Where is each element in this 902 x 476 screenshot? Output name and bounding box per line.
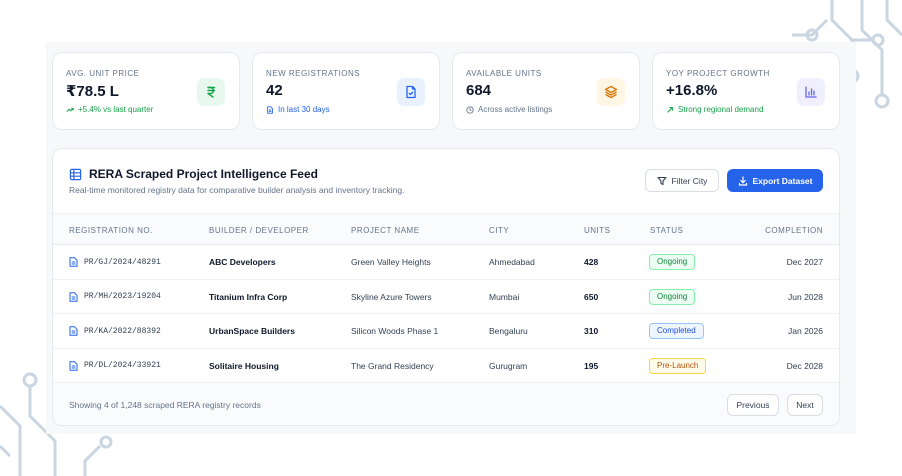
project-cell: The Grand Residency [351,360,434,371]
stat-card-yoy-growth: YOY PROJECT GROWTH +16.8% Strong regiona… [652,52,840,130]
builder-cell: ABC Developers [209,257,276,267]
stats-row: AVG. UNIT PRICE ₹78.5 L +5.4% vs last qu… [52,52,840,130]
table-row[interactable]: PR/GJ/2024/48291 ABC Developers Green Va… [53,245,839,280]
registration-cell[interactable]: PR/GJ/2024/48291 [69,257,161,267]
status-badge: Pre-Launch [649,357,707,374]
stat-card-new-registrations: NEW REGISTRATIONS 42 In last 30 days [252,52,440,130]
stat-trend-text: Across active listings [478,105,553,114]
table-header: REGISTRATION NO. BUILDER / DEVELOPER PRO… [53,213,839,245]
status-badge: Ongoing [649,254,696,270]
registration-number: PR/KA/2022/88392 [84,326,161,336]
previous-page-button[interactable]: Previous [727,394,779,416]
stat-card-avg-unit-price: AVG. UNIT PRICE ₹78.5 L +5.4% vs last qu… [52,52,240,130]
column-header-registration: REGISTRATION NO. [69,226,153,235]
stat-trend-text: +5.4% vs last quarter [78,105,154,114]
stat-label: AVG. UNIT PRICE [66,69,140,78]
stat-trend-text: Strong regional demand [678,105,764,114]
trend-up-icon [66,107,74,112]
document-icon [69,257,78,267]
column-header-status: STATUS [650,226,684,235]
completion-cell: Jan 2026 [788,326,823,336]
stat-card-available-units: AVAILABLE UNITS 684 Across active listin… [452,52,640,130]
document-icon [69,326,78,336]
builder-cell: Titanium Infra Corp [209,291,288,302]
builder-cell: UrbanSpace Builders [209,326,295,336]
units-cell: 195 [584,360,599,371]
table-row[interactable]: PR/MH/2023/19204 Titanium Infra Corp Sky… [53,279,839,314]
project-cell: Green Valley Heights [351,257,431,267]
project-cell: Silicon Woods Phase 1 [351,326,439,336]
stat-trend: +5.4% vs last quarter [66,105,153,114]
document-icon [267,105,273,114]
registration-number: PR/DL/2024/33921 [84,361,161,370]
arrow-up-right-icon [667,106,673,113]
stat-label: YOY PROJECT GROWTH [666,69,770,78]
column-header-builder: BUILDER / DEVELOPER [209,226,309,235]
registration-number: PR/GJ/2024/48291 [84,257,161,267]
export-dataset-button[interactable]: Export Dataset [727,169,823,192]
panel-title: RERA Scraped Project Intelligence Feed [89,167,318,181]
units-cell: 650 [584,291,599,302]
city-cell: Mumbai [489,291,520,302]
records-count-text: Showing 4 of 1,248 scraped RERA registry… [69,400,261,410]
table-row[interactable]: PR/DL/2024/33921 Solitaire Housing The G… [53,348,839,383]
table-row[interactable]: PR/KA/2022/88392 UrbanSpace Builders Sil… [53,314,839,349]
completion-cell: Dec 2027 [786,257,823,267]
panel-subtitle: Real-time monitored registry data for co… [69,185,405,195]
next-page-button[interactable]: Next [787,394,823,416]
document-check-icon [397,78,425,106]
units-cell: 428 [584,257,599,267]
stat-value: 684 [466,82,492,99]
bar-chart-icon [797,78,825,106]
city-cell: Gurugram [489,360,528,371]
status-badge: Ongoing [649,288,696,305]
stat-label: AVAILABLE UNITS [466,69,542,78]
layers-icon [597,78,625,106]
completion-cell: Jun 2028 [788,291,823,302]
table-grid-icon [69,168,82,180]
registration-cell[interactable]: PR/MH/2023/19204 [69,291,161,302]
filter-city-label: Filter City [671,175,708,186]
document-icon [69,360,78,371]
filter-city-button[interactable]: Filter City [645,169,719,192]
city-cell: Ahmedabad [489,257,535,267]
stat-value: 42 [266,82,283,99]
rupee-icon [197,78,225,106]
registration-cell[interactable]: PR/DL/2024/33921 [69,360,161,371]
registration-number: PR/MH/2023/19204 [84,292,161,301]
stat-trend-text: In last 30 days [278,105,330,114]
status-badge: Completed [649,323,704,339]
filter-icon [656,176,667,185]
stat-label: NEW REGISTRATIONS [266,69,361,78]
column-header-city: CITY [489,226,510,235]
export-dataset-label: Export Dataset [752,175,813,186]
project-feed-panel: RERA Scraped Project Intelligence Feed R… [52,148,840,426]
stat-trend: In last 30 days [266,105,330,114]
completion-cell: Dec 2028 [786,360,823,371]
units-cell: 310 [584,326,599,336]
clock-icon [466,105,474,114]
column-header-project: PROJECT NAME [351,226,420,235]
stat-trend: Strong regional demand [666,105,763,114]
panel-header: RERA Scraped Project Intelligence Feed [69,167,318,181]
document-icon [69,291,78,302]
download-icon [738,175,747,186]
column-header-completion: COMPLETION [765,226,823,235]
project-cell: Skyline Azure Towers [351,291,432,302]
column-header-units: UNITS [584,226,611,235]
dashboard-canvas: AVG. UNIT PRICE ₹78.5 L +5.4% vs last qu… [46,42,856,434]
registration-cell[interactable]: PR/KA/2022/88392 [69,326,161,336]
builder-cell: Solitaire Housing [209,360,279,371]
city-cell: Bengaluru [489,326,528,336]
table-footer: Showing 4 of 1,248 scraped RERA registry… [53,383,839,425]
stat-value: ₹78.5 L [66,83,119,100]
stat-value: +16.8% [666,82,718,99]
stat-trend: Across active listings [466,105,552,114]
